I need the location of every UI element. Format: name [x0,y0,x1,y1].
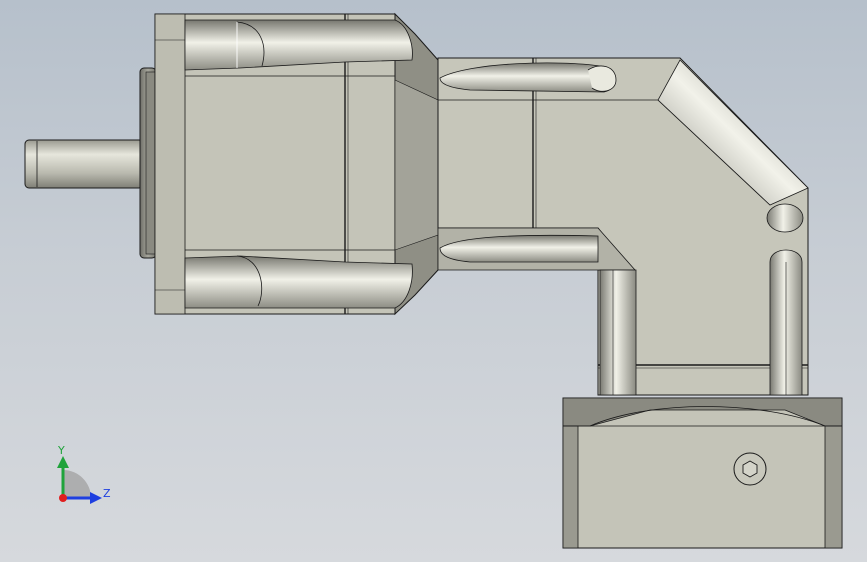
cad-viewport[interactable]: Y Z [0,0,867,562]
x-axis-dot-icon [59,494,67,502]
z-axis-arrow-icon [90,492,102,504]
y-axis-label: Y [57,444,65,457]
hex-socket-screw-icon[interactable] [733,452,767,486]
orientation-triad: Y Z [57,444,111,504]
y-axis-arrow-icon [57,456,69,468]
motor-adapter[interactable] [562,397,843,549]
output-shaft[interactable] [24,139,144,189]
z-axis-label: Z [103,487,111,500]
right-vertical-slot [769,249,803,396]
left-vertical-slot [599,269,637,396]
gearbox-model[interactable]: Y Z [0,0,867,562]
lower-housing-slot [184,255,413,309]
front-flange[interactable] [139,67,157,259]
